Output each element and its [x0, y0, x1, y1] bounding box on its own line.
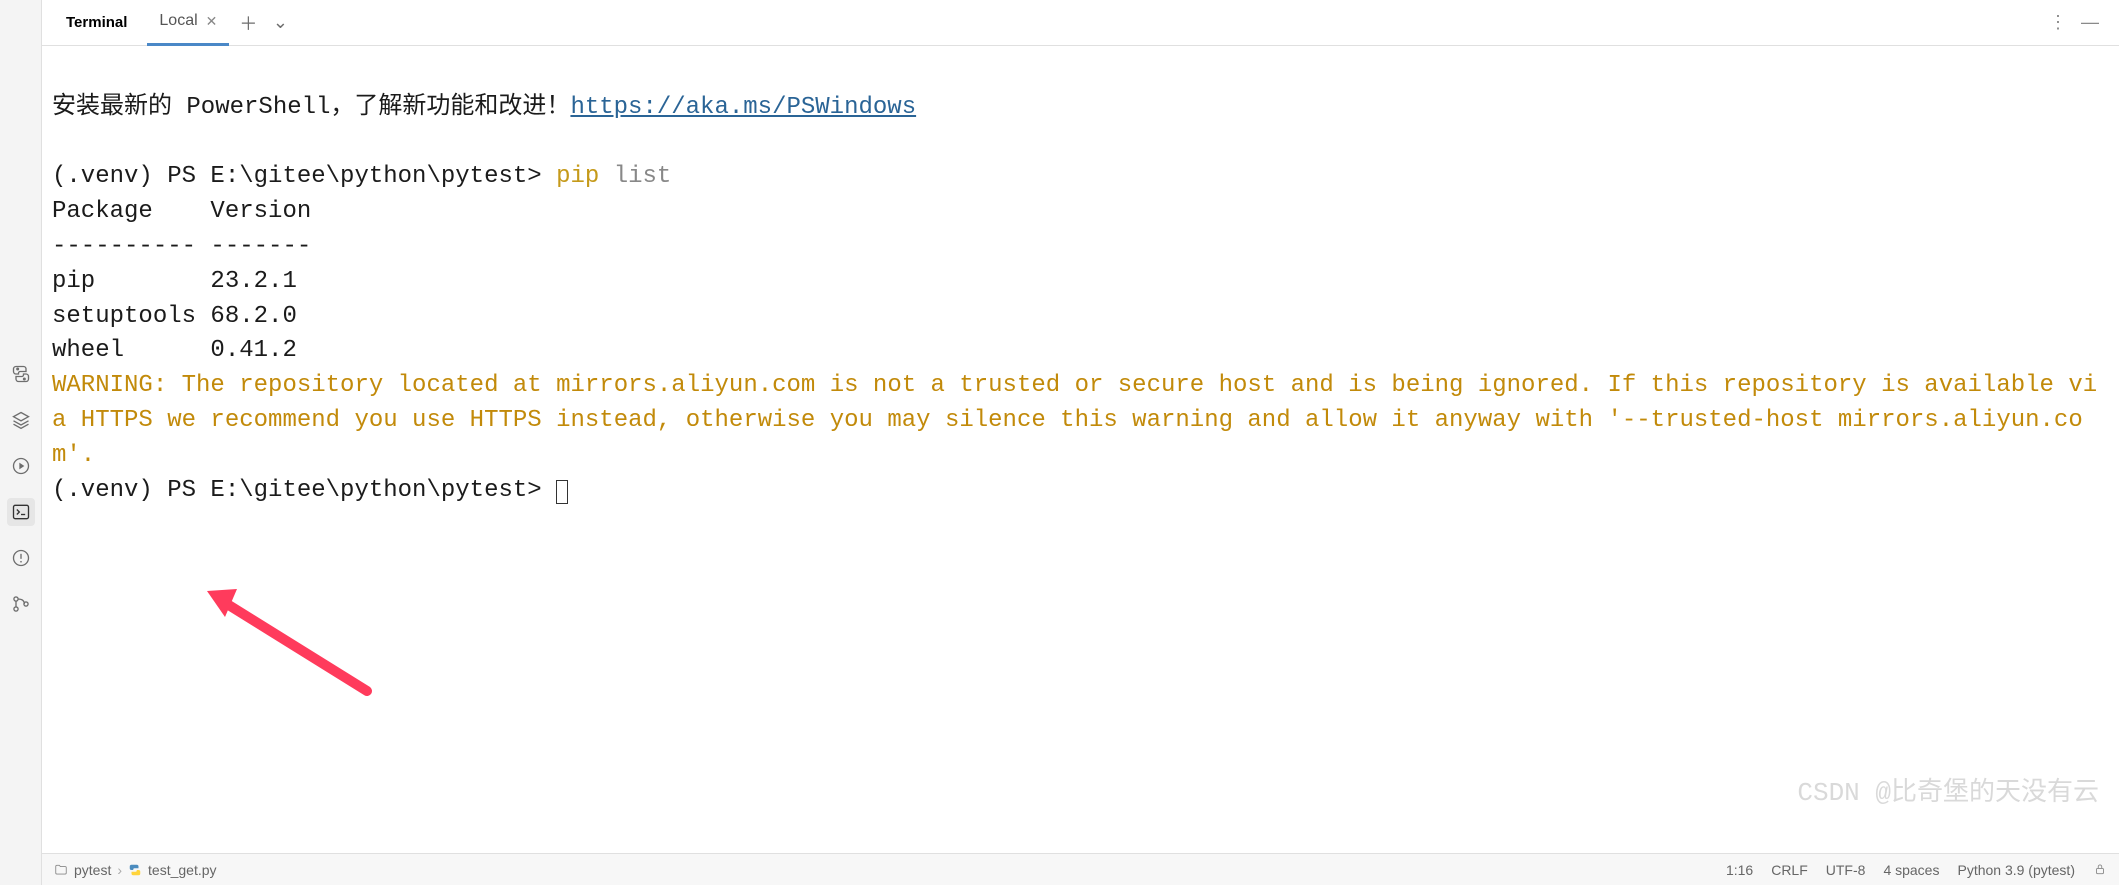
- pip-row-2: setuptools 68.2.0: [52, 303, 297, 330]
- panel-title: Terminal: [52, 14, 141, 31]
- services-icon[interactable]: [7, 452, 35, 480]
- problems-icon[interactable]: [7, 544, 35, 572]
- install-hint-text: 安装最新的 PowerShell，了解新功能和改进！: [52, 94, 570, 121]
- status-indent[interactable]: 4 spaces: [1883, 862, 1939, 878]
- minimize-icon[interactable]: —: [2081, 12, 2099, 33]
- status-eol[interactable]: CRLF: [1771, 862, 1808, 878]
- more-icon[interactable]: ⋮: [2049, 12, 2067, 33]
- breadcrumb[interactable]: pytest › test_get.py: [54, 862, 217, 878]
- status-interpreter[interactable]: Python 3.9 (pytest): [1957, 862, 2075, 878]
- crumb-sep: ›: [117, 862, 122, 878]
- new-tab-button[interactable]: ＋: [235, 10, 261, 36]
- lock-icon[interactable]: [2093, 862, 2107, 876]
- cmd-pip: pip: [556, 163, 599, 190]
- prompt-1: (.venv) PS E:\gitee\python\pytest>: [52, 163, 556, 190]
- tab-label: Local: [159, 12, 197, 30]
- pip-divider: ---------- -------: [52, 233, 311, 260]
- pip-row-1: pip 23.2.1: [52, 268, 297, 295]
- left-toolbar: [0, 0, 42, 885]
- layers-icon[interactable]: [7, 406, 35, 434]
- cmd-list: list: [599, 163, 671, 190]
- terminal-tabbar: Terminal Local ✕ ＋ ⌄ ⋮ —: [42, 0, 2119, 46]
- terminal-output[interactable]: 安装最新的 PowerShell，了解新功能和改进！https://aka.ms…: [42, 46, 2119, 853]
- folder-icon: [54, 863, 68, 877]
- pip-header: Package Version: [52, 198, 311, 225]
- status-position[interactable]: 1:16: [1726, 862, 1753, 878]
- prompt-2: (.venv) PS E:\gitee\python\pytest>: [52, 477, 556, 504]
- tab-dropdown-icon[interactable]: ⌄: [267, 10, 293, 36]
- pswindows-link[interactable]: https://aka.ms/PSWindows: [570, 94, 916, 121]
- close-icon[interactable]: ✕: [206, 13, 218, 30]
- terminal-icon[interactable]: [7, 498, 35, 526]
- python-file-icon: [128, 863, 142, 877]
- python-console-icon[interactable]: [7, 360, 35, 388]
- crumb-folder: pytest: [74, 862, 111, 878]
- tab-local[interactable]: Local ✕: [147, 0, 229, 46]
- annotation-arrow: [82, 536, 377, 758]
- pip-warning: WARNING: The repository located at mirro…: [52, 372, 2097, 469]
- crumb-file: test_get.py: [148, 862, 217, 878]
- pip-row-3: wheel 0.41.2: [52, 337, 297, 364]
- git-icon[interactable]: [7, 590, 35, 618]
- terminal-cursor: [556, 480, 568, 504]
- status-bar: pytest › test_get.py 1:16 CRLF UTF-8 4 s…: [42, 853, 2119, 885]
- watermark-text: CSDN @比奇堡的天没有云: [1797, 775, 2099, 813]
- status-encoding[interactable]: UTF-8: [1826, 862, 1866, 878]
